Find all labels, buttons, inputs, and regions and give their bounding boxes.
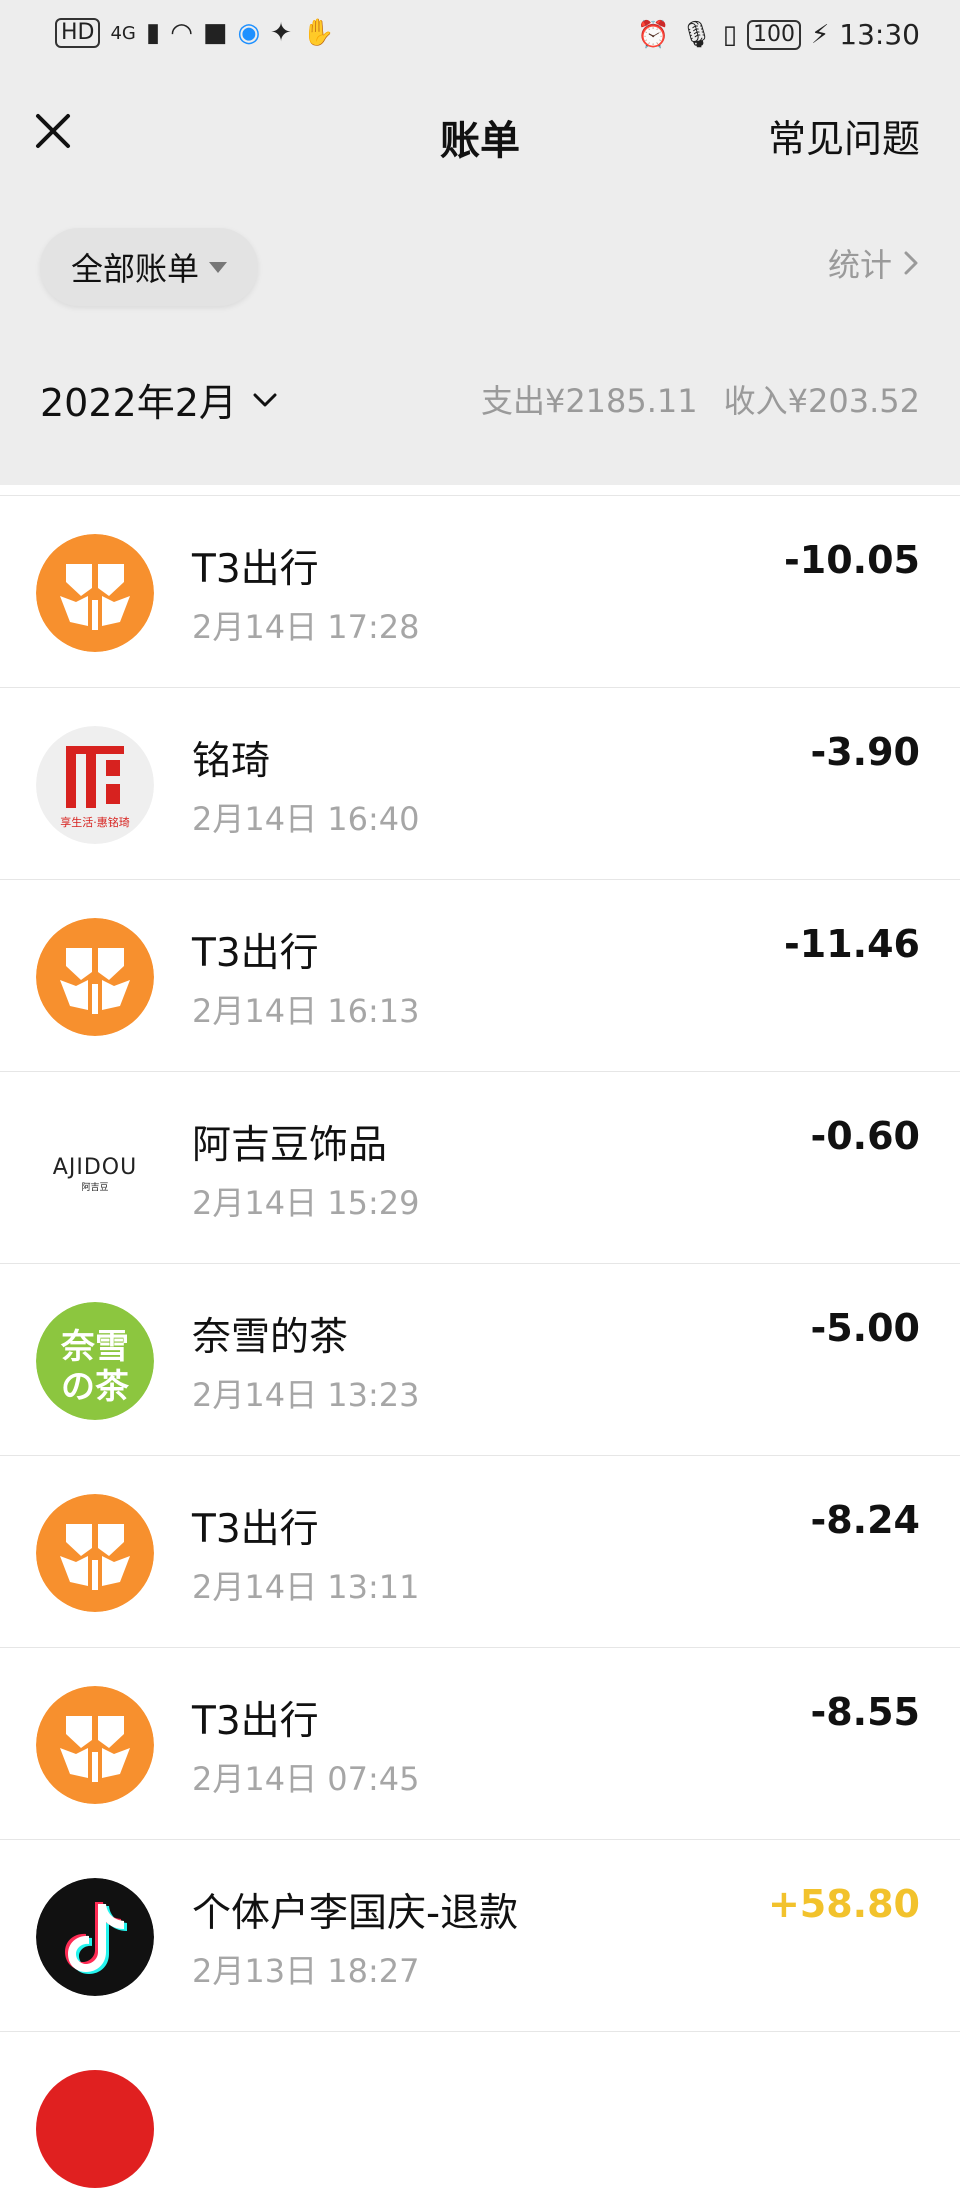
tiktok-logo-icon: [36, 1878, 154, 1996]
month-totals: 支出¥2185.11 收入¥203.52: [481, 376, 920, 422]
transaction-items: T3出行 2月14日 17:28 -10.05 享生活·惠铭琦 铭琦 2月14日 16…: [0, 496, 960, 2188]
wifi-icon: ◠: [170, 18, 193, 48]
mingqi-logo-icon: 享生活·惠铭琦: [36, 726, 154, 844]
transaction-time: 2月14日 16:40: [192, 800, 420, 838]
transaction-amount: -8.24: [810, 1498, 920, 1542]
month-summary: 2022年2月 支出¥2185.11 收入¥203.52: [0, 342, 960, 485]
transaction-row[interactable]: T3出行 2月14日 16:13 -11.46: [0, 880, 960, 1072]
transaction-amount: +58.80: [767, 1882, 920, 1926]
video-icon: ■: [202, 18, 228, 48]
merchant-avatar: [36, 1878, 154, 1996]
merchant-name: 铭琦: [192, 739, 271, 784]
transaction-amount: -0.60: [810, 1114, 920, 1158]
transaction-time: 2月14日 13:23: [192, 1376, 420, 1414]
transaction-time: 2月13日 18:27: [192, 1952, 420, 1990]
bill-filter-label: 全部账单: [70, 250, 199, 288]
svg-text:AJIDOU: AJIDOU: [53, 1155, 137, 1180]
merchant-name: 奈雪的茶: [192, 1315, 349, 1360]
svg-text:の茶: の茶: [61, 1367, 130, 1407]
status-left: HD 4G ▮ ◠ ■ ◉ ✦ ✋: [55, 18, 334, 48]
transaction-row[interactable]: T3出行 2月14日 13:11 -8.24: [0, 1456, 960, 1648]
merchant-avatar: [36, 918, 154, 1036]
merchant-name: T3出行: [192, 1699, 319, 1744]
network-type: 4G: [110, 22, 136, 44]
signal-icon: ▮: [145, 18, 161, 48]
merchant-name: 个体户李国庆-退款: [192, 1891, 519, 1936]
nav-bar: 账单 常见问题: [0, 72, 960, 192]
nayuki-logo-icon: 奈雪 の茶: [36, 1302, 154, 1420]
bill-filter-dropdown[interactable]: 全部账单: [40, 228, 258, 306]
header-area: HD 4G ▮ ◠ ■ ◉ ✦ ✋ ⏰ 🎙 ▯ 100 ⚡ 13:30 账单 常…: [0, 0, 960, 485]
t3-logo-icon: [36, 1686, 154, 1804]
caret-down-icon: [209, 261, 227, 273]
transaction-list: T3出行 2月14日 17:28 -10.05 享生活·惠铭琦 铭琦 2月14日 16…: [0, 485, 960, 2188]
transaction-amount: -3.90: [810, 730, 920, 774]
transaction-amount: -8.55: [810, 1690, 920, 1734]
search-app-icon: ◉: [237, 18, 261, 48]
battery-level: 100: [747, 19, 802, 50]
stats-label: 统计: [827, 246, 892, 284]
merchant-name: T3出行: [192, 931, 319, 976]
transaction-time: 2月14日 13:11: [192, 1568, 420, 1606]
month-text: 2022年2月: [40, 381, 237, 425]
ajidou-logo-icon: AJIDOU 阿吉豆: [36, 1110, 154, 1228]
income-total: 收入¥203.52: [723, 382, 920, 420]
charging-icon: ⚡: [811, 19, 830, 50]
stats-link[interactable]: 统计: [828, 240, 920, 286]
chevron-down-icon: [253, 393, 277, 406]
mic-icon: 🎙: [679, 19, 713, 50]
merchant-avatar: 享生活·惠铭琦: [36, 726, 154, 844]
chevron-right-icon: [904, 251, 918, 275]
alipay-icon: ✦: [270, 18, 292, 48]
svg-text:阿吉豆: 阿吉豆: [81, 1182, 108, 1193]
status-right: ⏰ 🎙 ▯ 100 ⚡ 13:30: [637, 18, 920, 51]
t3-logo-icon: [36, 1494, 154, 1612]
transaction-time: 2月14日 07:45: [192, 1760, 420, 1798]
transaction-row[interactable]: T3出行 2月14日 17:28 -10.05: [0, 496, 960, 688]
merchant-avatar: [36, 1686, 154, 1804]
transaction-row[interactable]: 奈雪 の茶 奈雪的茶 2月14日 13:23 -5.00: [0, 1264, 960, 1456]
merchant-avatar: AJIDOU 阿吉豆: [36, 1110, 154, 1228]
transaction-row[interactable]: 享生活·惠铭琦 铭琦 2月14日 16:40 -3.90: [0, 688, 960, 880]
transaction-amount: -10.05: [784, 538, 920, 582]
merchant-avatar: [36, 534, 154, 652]
vibrate-icon: ▯: [722, 19, 738, 50]
list-divider: [0, 485, 960, 496]
transaction-amount: -5.00: [810, 1306, 920, 1350]
faq-link[interactable]: 常见问题: [768, 108, 920, 163]
t3-logo-icon: [36, 918, 154, 1036]
merchant-avatar: 奈雪 の茶: [36, 1302, 154, 1420]
filter-row: 全部账单 统计: [0, 192, 960, 342]
transaction-row-partial[interactable]: [0, 2032, 960, 2188]
transaction-amount: -11.46: [784, 922, 920, 966]
expense-total: 支出¥2185.11: [480, 382, 698, 420]
merchant-avatar: [36, 2070, 154, 2188]
month-selector[interactable]: 2022年2月: [40, 372, 279, 427]
alarm-icon: ⏰: [637, 19, 670, 50]
hd-indicator: HD: [55, 18, 101, 48]
merchant-name: T3出行: [192, 1507, 319, 1552]
clock: 13:30: [839, 18, 920, 51]
t3-logo-icon: [36, 534, 154, 652]
hand-icon: ✋: [301, 18, 335, 48]
svg-text:奈雪: 奈雪: [60, 1327, 129, 1367]
status-bar: HD 4G ▮ ◠ ■ ◉ ✦ ✋ ⏰ 🎙 ▯ 100 ⚡ 13:30: [0, 0, 960, 72]
merchant-name: 阿吉豆饰品: [192, 1123, 388, 1168]
transaction-time: 2月14日 15:29: [192, 1184, 420, 1222]
merchant-avatar: [36, 1494, 154, 1612]
transaction-row[interactable]: AJIDOU 阿吉豆 阿吉豆饰品 2月14日 15:29 -0.60: [0, 1072, 960, 1264]
svg-text:享生活·惠铭琦: 享生活·惠铭琦: [60, 815, 130, 829]
transaction-time: 2月14日 16:13: [192, 992, 420, 1030]
transaction-time: 2月14日 17:28: [192, 608, 420, 646]
transaction-row[interactable]: 个体户李国庆-退款 2月13日 18:27 +58.80: [0, 1840, 960, 2032]
merchant-name: T3出行: [192, 547, 319, 592]
transaction-row[interactable]: T3出行 2月14日 07:45 -8.55: [0, 1648, 960, 1840]
